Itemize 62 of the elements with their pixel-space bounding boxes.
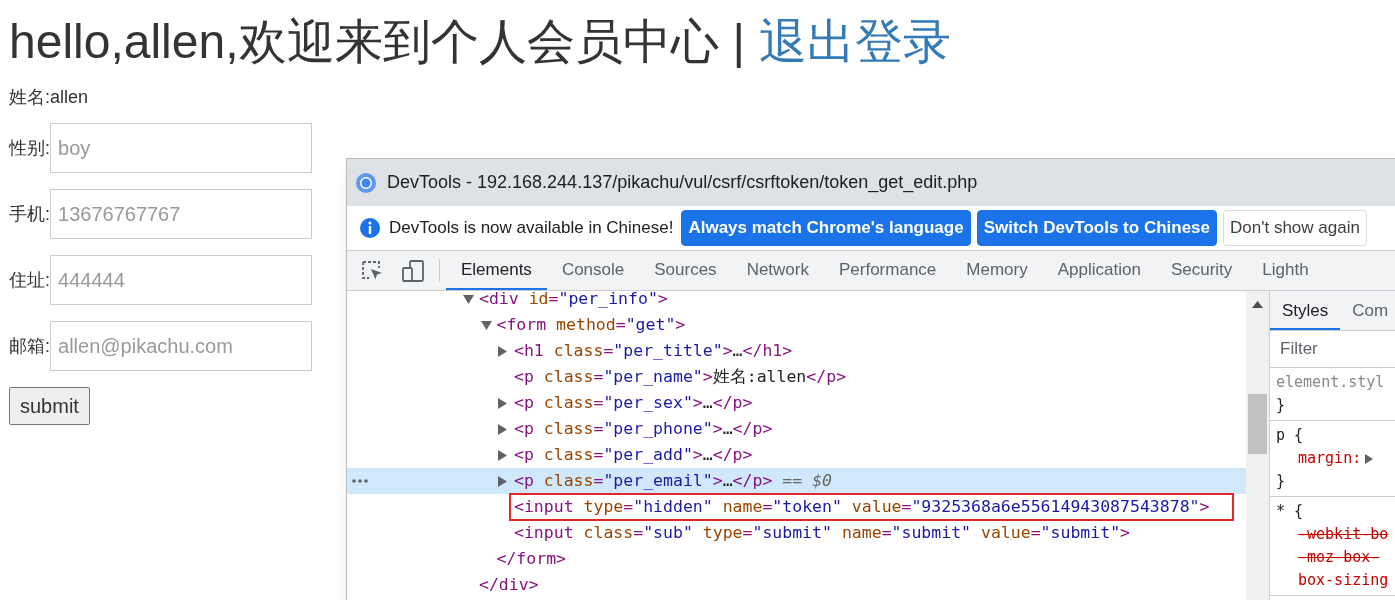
dom-node[interactable]: <input type="hidden" name="token" value="9325368a6e55614943087543878"> bbox=[512, 496, 1232, 518]
styles-tab[interactable]: Styles bbox=[1270, 291, 1341, 330]
dom-tree-row[interactable]: <p class="per_phone">…</p> bbox=[347, 416, 1246, 442]
dom-tree-row[interactable]: <p class="per_email">…</p> == $0 bbox=[347, 468, 1246, 494]
dom-tree-row[interactable]: </div> bbox=[347, 572, 1246, 598]
styles-tab[interactable]: Com bbox=[1340, 291, 1395, 330]
dom-node[interactable]: <input class="sub" type="submit" name="submit" value="submit"> bbox=[514, 522, 1130, 544]
input-field[interactable]: 13676767767 bbox=[50, 189, 312, 239]
page-heading: hello,allen,欢迎来到个人会员中心 bbox=[9, 14, 719, 70]
dom-tree-row[interactable]: <form method="get"> bbox=[347, 312, 1246, 338]
dom-node[interactable]: <p class="per_phone">…</p> bbox=[514, 418, 773, 440]
window-title: DevTools - 192.168.244.137/pikachu/vul/csrf/csrftoken/token_get_edit.php bbox=[387, 171, 978, 195]
dom-tree-row[interactable]: <p class="per_name">姓名:allen</p> bbox=[347, 364, 1246, 390]
info-icon bbox=[359, 217, 381, 239]
css-property: box-sizing bbox=[1297, 570, 1390, 591]
dom-tree-row[interactable]: <input type="hidden" name="token" value="9325368a6e55614943087543878"> bbox=[347, 494, 1246, 520]
dom-node[interactable]: </form> bbox=[496, 548, 567, 570]
rule-brace: } bbox=[1276, 471, 1287, 492]
selected-node-marker: == $0 bbox=[782, 469, 832, 492]
scroll-up-arrow-icon bbox=[1252, 301, 1263, 308]
dom-node[interactable]: <p class="per_name">姓名:allen</p> bbox=[514, 366, 847, 388]
submit-button[interactable]: submit bbox=[9, 387, 90, 425]
infobar-button[interactable]: Don't show again bbox=[1223, 210, 1367, 246]
infobar-button[interactable]: Switch DevTools to Chinese bbox=[976, 210, 1217, 246]
devtools-tab[interactable]: Elements bbox=[446, 251, 547, 290]
dom-tree-row[interactable]: <input class="sub" type="submit" name="submit" value="submit"> bbox=[347, 520, 1246, 546]
scrollbar-thumb[interactable] bbox=[1248, 394, 1267, 454]
infobar-button[interactable]: Always match Chrome's language bbox=[681, 210, 971, 246]
logout-link[interactable]: 退出登录 bbox=[758, 14, 951, 70]
dom-node[interactable]: <h1 class="per_title">…</h1> bbox=[514, 340, 793, 362]
more-icon bbox=[352, 479, 368, 483]
rule-selector: * { bbox=[1276, 501, 1305, 522]
info-message: DevTools is now available in Chinese! bbox=[389, 217, 674, 240]
input-field[interactable]: 444444 bbox=[50, 255, 312, 305]
rule-selector: element.styl bbox=[1276, 372, 1386, 393]
dom-tree-row[interactable]: </form> bbox=[347, 546, 1246, 572]
dom-tree-row[interactable]: <h1 class="per_title">…</h1> bbox=[347, 338, 1246, 364]
dom-node[interactable]: <p class="per_add">…</p> bbox=[514, 444, 753, 466]
device-icon bbox=[401, 258, 425, 283]
input-field[interactable]: allen@pikachu.com bbox=[50, 321, 312, 371]
devtools-tab[interactable]: Lighth bbox=[1247, 251, 1324, 290]
field-label: 性别: bbox=[9, 136, 50, 160]
dom-node[interactable]: <p class="per_email">…</p> bbox=[514, 470, 773, 492]
rule-selector: p { bbox=[1276, 425, 1305, 446]
name-text: 姓名:allen bbox=[9, 86, 90, 109]
dom-node[interactable]: <div id="per_info"> bbox=[479, 288, 668, 310]
field-label: 住址: bbox=[9, 268, 50, 292]
expand-arrow-icon bbox=[1365, 453, 1374, 464]
dom-tree-row[interactable]: <p class="per_add">…</p> bbox=[347, 442, 1246, 468]
field-label: 手机: bbox=[9, 202, 50, 226]
dom-node[interactable]: <p class="per_sex">…</p> bbox=[514, 392, 753, 414]
browser-logo-icon bbox=[355, 171, 377, 194]
css-property: -moz-box- bbox=[1297, 547, 1381, 568]
field-label: 邮箱: bbox=[9, 334, 50, 358]
separator: | bbox=[732, 14, 745, 70]
input-field[interactable]: boy bbox=[50, 123, 312, 173]
dom-tree-row[interactable]: <p class="per_sex">…</p> bbox=[347, 390, 1246, 416]
dom-node[interactable]: <form method="get"> bbox=[496, 314, 686, 336]
rule-brace: } bbox=[1276, 395, 1287, 416]
css-property: margin: bbox=[1297, 448, 1362, 469]
dom-node[interactable]: </div> bbox=[479, 574, 539, 596]
css-property: -webkit-bo bbox=[1297, 524, 1390, 545]
